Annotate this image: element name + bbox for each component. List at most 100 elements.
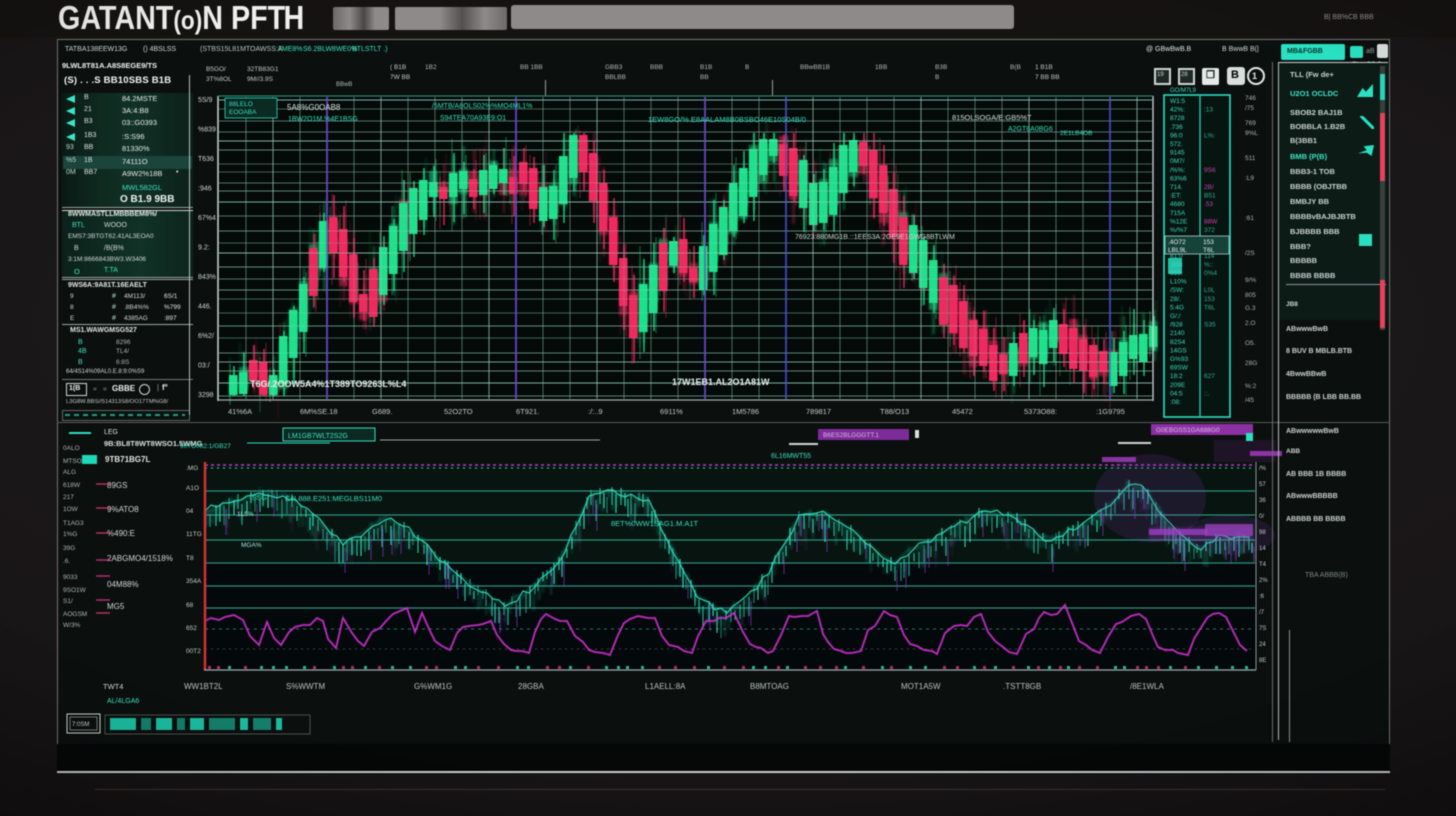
svg-text:627: 627 xyxy=(1204,373,1215,380)
svg-text:41%6A: 41%6A xyxy=(228,407,252,416)
svg-text:/45: /45 xyxy=(1245,397,1254,404)
svg-text:76923:880MG1B.::1EES3A:2GE9E1G: 76923:880MG1B.::1EES3A:2GE9E1GWG8BTLWM xyxy=(795,234,955,241)
svg-text:A2GT8A0BG6: A2GT8A0BG6 xyxy=(1008,126,1053,133)
svg-text:LM1GB7WLT2S2G: LM1GB7WLT2S2G xyxy=(288,433,348,440)
svg-text:B6ES2BLGGGTT.1: B6ES2BLGGGTT.1 xyxy=(823,432,879,439)
svg-text:14: 14 xyxy=(1259,546,1266,552)
svg-text:T6L: T6L xyxy=(1204,304,1216,311)
svg-text:E4L888.E251:MEGLBS11M0: E4L888.E251:MEGLBS11M0 xyxy=(285,494,382,503)
svg-text:/8E1WLA: /8E1WLA xyxy=(1130,682,1164,691)
svg-text::ET:: :ET: xyxy=(1170,193,1181,200)
svg-text:67%4: 67%4 xyxy=(198,215,216,222)
svg-text:B51: B51 xyxy=(1204,193,1216,200)
svg-text:5A8%G0OAB8: 5A8%G0OAB8 xyxy=(287,103,341,112)
svg-text:.MG: .MG xyxy=(186,465,198,472)
svg-text:L0L: L0L xyxy=(1204,287,1215,294)
svg-text:3298: 3298 xyxy=(198,392,214,399)
svg-text:%490:E: %490:E xyxy=(107,529,135,538)
svg-text:6M%SE.18: 6M%SE.18 xyxy=(300,407,338,416)
svg-text:9033: 9033 xyxy=(63,574,78,581)
svg-text:217: 217 xyxy=(63,494,74,501)
svg-text:14GS: 14GS xyxy=(1170,347,1187,354)
svg-text:714.: 714. xyxy=(1170,184,1183,191)
svg-text:789817: 789817 xyxy=(806,407,831,416)
svg-text:O5.: O5. xyxy=(1245,340,1256,347)
svg-text:2.O: 2.O xyxy=(1245,320,1255,327)
svg-text:8E: 8E xyxy=(1259,658,1266,664)
svg-text:S94TEA70A93E9:O1: S94TEA70A93E9:O1 xyxy=(440,115,506,122)
svg-text:652: 652 xyxy=(186,625,197,632)
svg-text:372: 372 xyxy=(1204,227,1215,234)
svg-text:9%L: 9%L xyxy=(1245,130,1258,137)
svg-text:G/:/: G/:/ xyxy=(1170,313,1181,320)
svg-text:7:0SM: 7:0SM xyxy=(72,722,89,728)
svg-text:L10%: L10% xyxy=(1170,279,1187,286)
svg-text:04:5: 04:5 xyxy=(1170,390,1183,397)
svg-text:618W: 618W xyxy=(63,482,81,489)
svg-text:1EW8GO/%.E8AALAM8B0BSBO46E10S0: 1EW8GO/%.E8AALAM8B0BSBO46E10S04B/0 xyxy=(648,115,806,124)
svg-text:W/3%: W/3% xyxy=(63,622,81,629)
svg-text:L%:: L%: xyxy=(1204,132,1215,139)
svg-text:9SO1W: 9SO1W xyxy=(63,587,87,594)
svg-text:1BW2O1M.%4E1BSG: 1BW2O1M.%4E1BSG xyxy=(288,116,358,123)
svg-text::08:: :08: xyxy=(1170,399,1181,406)
svg-text:/928: /928 xyxy=(1170,322,1183,329)
svg-text:G.3: G.3 xyxy=(1245,305,1256,312)
svg-text:T8: T8 xyxy=(186,555,194,562)
svg-text:G%WM1G: G%WM1G xyxy=(414,682,452,691)
svg-text:/2S: /2S xyxy=(1245,250,1255,257)
svg-text:1M5786: 1M5786 xyxy=(732,407,759,416)
svg-text:88W: 88W xyxy=(1204,218,1218,225)
svg-text::6: :6 xyxy=(1259,594,1265,600)
svg-text:G689.: G689. xyxy=(372,407,392,416)
svg-text:9/%: 9/% xyxy=(1245,277,1256,284)
svg-text:2140: 2140 xyxy=(1170,330,1185,337)
svg-text:SSG: SSG xyxy=(252,495,267,502)
svg-text:2%: 2% xyxy=(1259,578,1268,584)
svg-text:MG5: MG5 xyxy=(107,602,125,611)
svg-text:6L16MWT55: 6L16MWT55 xyxy=(771,453,811,460)
svg-text:52O2TO: 52O2TO xyxy=(444,407,473,416)
svg-text::L9: :L9 xyxy=(1245,175,1254,182)
svg-text:354A: 354A xyxy=(186,578,202,585)
svg-text:769: 769 xyxy=(1245,120,1256,127)
svg-text:9TB71BG7L: 9TB71BG7L xyxy=(105,455,150,464)
svg-text::/:..9: :/:..9 xyxy=(588,407,603,416)
svg-text:B8MTOAG: B8MTOAG xyxy=(750,682,789,691)
svg-text:MOT1A5W: MOT1A5W xyxy=(901,682,941,691)
svg-text:4680: 4680 xyxy=(1170,201,1185,208)
svg-text:LEG: LEG xyxy=(104,429,118,436)
svg-text:6%2/: 6%2/ xyxy=(198,333,214,340)
svg-text:0/: 0/ xyxy=(1259,514,1264,520)
svg-text:8ET%0WW1SAG1.M.A1T: 8ET%0WW1SAG1.M.A1T xyxy=(611,519,699,528)
svg-text:04M88%: 04M88% xyxy=(107,580,139,589)
svg-text:8728: 8728 xyxy=(1170,115,1185,122)
svg-text:7S: 7S xyxy=(1259,626,1266,632)
svg-text:TWT4: TWT4 xyxy=(103,682,123,691)
svg-text:S35: S35 xyxy=(1204,322,1216,329)
svg-text:9145: 9145 xyxy=(1170,150,1185,157)
svg-text:5:4G: 5:4G xyxy=(1170,304,1184,311)
svg-text:2B/: 2B/ xyxy=(1204,184,1214,191)
svg-text:42%:: 42%: xyxy=(1170,107,1185,114)
svg-text:WW1BT2L: WW1BT2L xyxy=(184,682,223,691)
svg-text:00T2: 00T2 xyxy=(186,648,201,655)
svg-text:45472: 45472 xyxy=(952,407,973,416)
svg-text:1OW: 1OW xyxy=(63,506,79,513)
svg-text:28GBA: 28GBA xyxy=(518,682,544,691)
svg-text:511: 511 xyxy=(1245,155,1256,162)
svg-text:T4: T4 xyxy=(1259,562,1267,568)
svg-text:63%6: 63%6 xyxy=(1170,175,1187,182)
svg-text:/7: /7 xyxy=(1259,610,1265,616)
svg-text:%::: %:: xyxy=(1204,261,1214,268)
svg-text:88LELO: 88LELO xyxy=(229,101,253,108)
svg-text:S%WWTM: S%WWTM xyxy=(286,682,325,691)
svg-text:%/%7: %/%7 xyxy=(1170,227,1187,234)
svg-text:MGA%: MGA% xyxy=(241,542,262,549)
svg-text:17W1EB1.AL2O1A81W: 17W1EB1.AL2O1A81W xyxy=(672,377,770,387)
svg-text:G0EBGSS1GA688G0: G0EBGSS1GA688G0 xyxy=(1156,427,1220,434)
svg-text:%:2: %:2 xyxy=(1245,383,1257,390)
svg-text:T636: T636 xyxy=(198,156,214,163)
svg-text:572.: 572. xyxy=(1170,141,1183,148)
svg-text:9S6: 9S6 xyxy=(1204,167,1216,174)
